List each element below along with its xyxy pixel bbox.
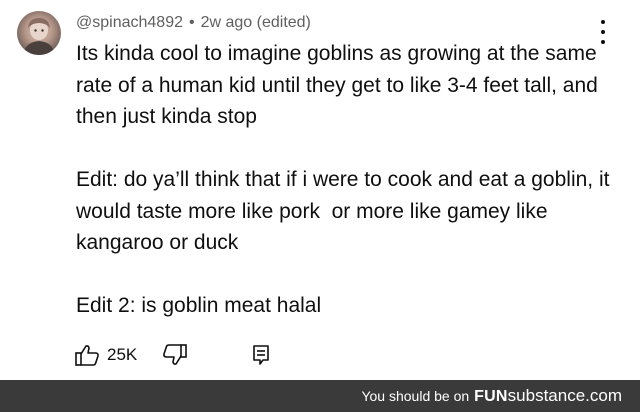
comment-header: @spinach4892 • 2w ago (edited) — [76, 11, 311, 35]
watermark-bar: You should be on FUN substance.com — [0, 380, 640, 412]
site-brand[interactable]: FUN substance.com — [474, 386, 622, 406]
thumbs-down-icon — [163, 344, 188, 365]
menu-dot — [601, 30, 605, 34]
comment-actions: 25K — [74, 340, 271, 370]
comment-body: Its kinda cool to imagine goblins as gro… — [76, 38, 621, 322]
brand-substance: substance.com — [507, 386, 622, 405]
like-button[interactable]: 25K — [74, 343, 137, 367]
comment-paragraph: Its kinda cool to imagine goblins as gro… — [76, 42, 604, 128]
author-name[interactable]: @spinach4892 — [76, 14, 183, 32]
comment: @spinach4892 • 2w ago (edited) Its kinda… — [0, 0, 640, 380]
reply-button[interactable] — [251, 344, 271, 366]
separator-dot: • — [188, 14, 195, 31]
reply-icon — [253, 345, 270, 365]
comment-paragraph: Edit 2: is goblin meat halal — [76, 294, 322, 317]
timestamp: 2w ago (edited) — [200, 14, 311, 31]
menu-dot — [601, 20, 605, 24]
avatar-image — [23, 18, 55, 55]
dislike-button[interactable] — [162, 343, 188, 367]
comment-paragraph: Edit: do ya’ll think that if i were to c… — [76, 168, 616, 254]
like-count: 25K — [107, 345, 138, 364]
avatar[interactable] — [17, 11, 61, 55]
watermark-text: You should be on — [361, 388, 470, 404]
thumbs-up-icon — [75, 345, 99, 366]
brand-fun: FUN — [474, 388, 508, 405]
